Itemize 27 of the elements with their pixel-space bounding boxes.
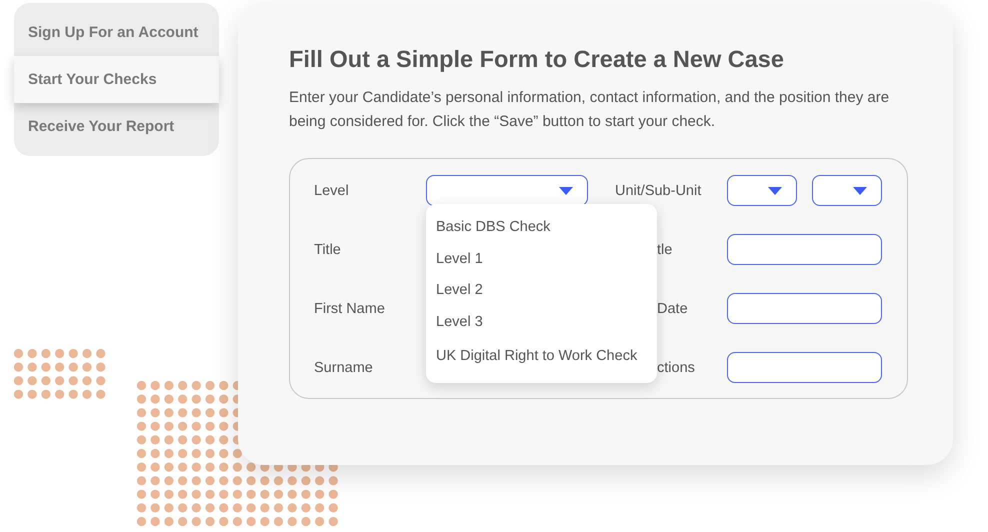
field-label: Level bbox=[314, 182, 349, 198]
field-label: Unit/Sub-Unit bbox=[615, 182, 702, 198]
input-field[interactable] bbox=[727, 234, 882, 265]
menu-item[interactable]: Sign Up For an Account bbox=[14, 9, 219, 56]
field-label: ctions bbox=[657, 360, 695, 376]
menu-item[interactable]: Start Your Checks bbox=[14, 56, 219, 103]
caret-icon bbox=[559, 186, 573, 194]
card-title: Fill Out a Simple Form to Create a New Case bbox=[289, 45, 785, 74]
dropdown-option[interactable]: Level 2 bbox=[426, 275, 657, 306]
dropdown-select[interactable] bbox=[727, 175, 797, 206]
field-label: First Name bbox=[314, 300, 385, 316]
dropdown-select[interactable] bbox=[426, 175, 588, 206]
field-label: Surname bbox=[314, 360, 373, 376]
caret-icon bbox=[853, 186, 867, 194]
field-label: Title bbox=[314, 242, 341, 258]
dropdown-option[interactable]: Level 1 bbox=[426, 244, 657, 275]
card-description: Enter your Candidate’s personal information, contact information, and the position they are being considered for. Click the “Save” button to start your check. bbox=[289, 88, 890, 132]
dropdown-option[interactable]: Level 3 bbox=[426, 306, 657, 338]
dropdown-option[interactable]: UK Digital Right to Work Check bbox=[426, 341, 657, 372]
input-field[interactable] bbox=[727, 293, 882, 324]
field-label: tle bbox=[657, 242, 672, 258]
caret-icon bbox=[768, 186, 782, 194]
field-label: Date bbox=[657, 300, 688, 316]
input-field[interactable] bbox=[727, 352, 882, 383]
menu-item[interactable]: Receive Your Report bbox=[14, 103, 219, 150]
dropdown-option[interactable]: Basic DBS Check bbox=[426, 212, 657, 244]
dropdown-select[interactable] bbox=[812, 175, 882, 206]
